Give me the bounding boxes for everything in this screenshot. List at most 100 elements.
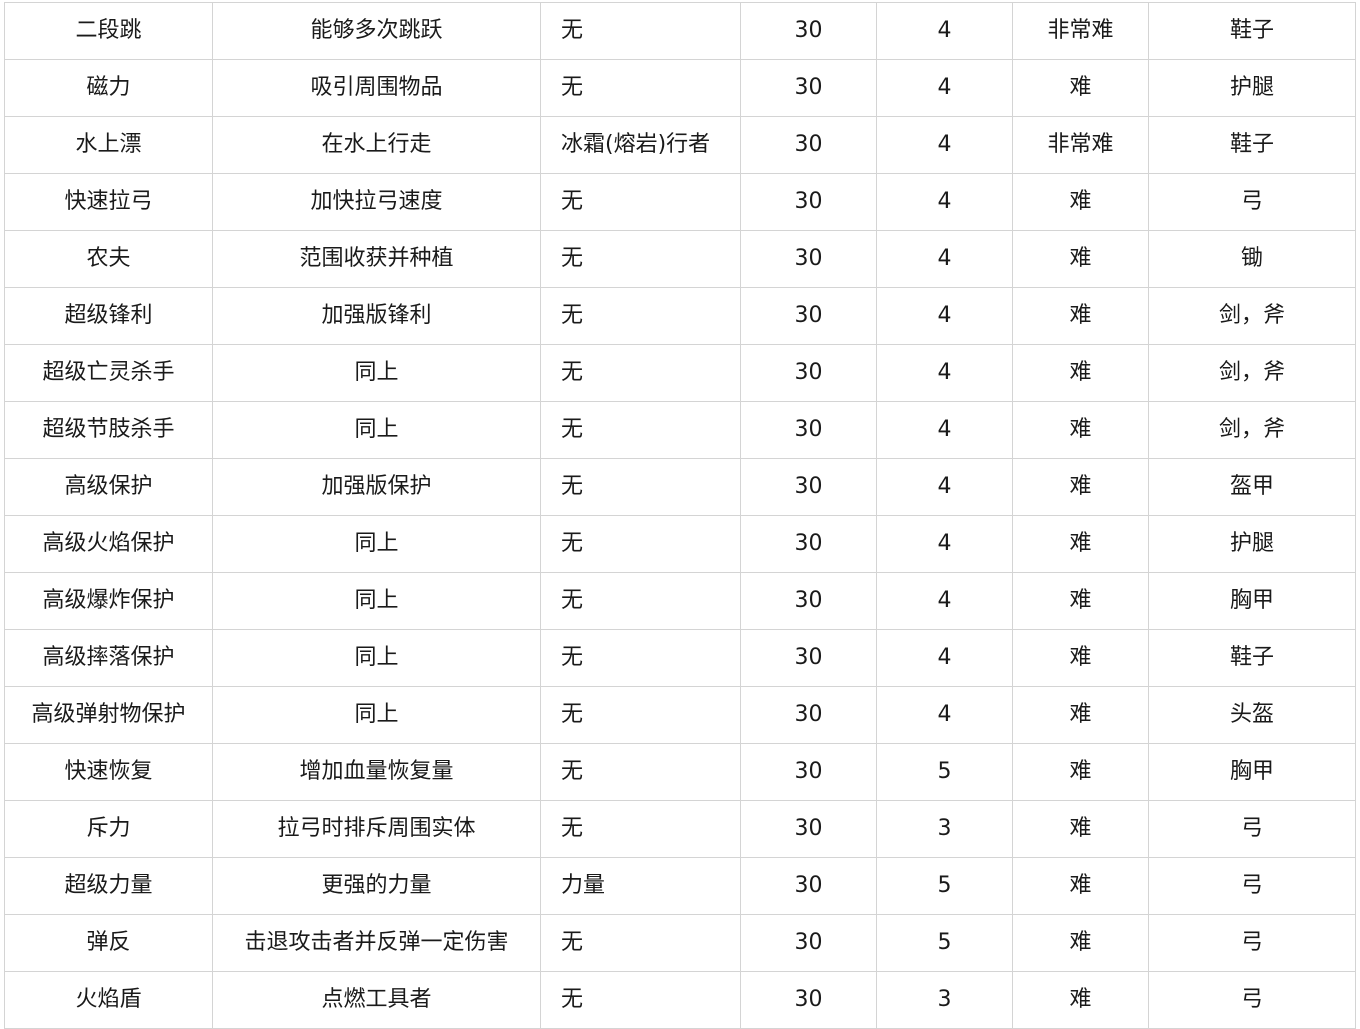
cell-conflict: 无 bbox=[540, 59, 741, 117]
cell-weight: 30 bbox=[740, 914, 877, 972]
cell-max-level: 4 bbox=[876, 629, 1013, 687]
cell-difficulty: 难 bbox=[1012, 230, 1149, 288]
cell-max-level: 4 bbox=[876, 401, 1013, 459]
cell-name: 超级节肢杀手 bbox=[4, 401, 213, 459]
cell-difficulty: 非常难 bbox=[1012, 2, 1149, 60]
cell-difficulty: 难 bbox=[1012, 401, 1149, 459]
cell-max-level: 4 bbox=[876, 173, 1013, 231]
cell-description: 加快拉弓速度 bbox=[212, 173, 541, 231]
cell-description: 击退攻击者并反弹一定伤害 bbox=[212, 914, 541, 972]
cell-conflict: 无 bbox=[540, 2, 741, 60]
table-row: 快速拉弓 加快拉弓速度无 30 4 难弓 bbox=[4, 173, 1356, 231]
cell-applicable-item: 盔甲 bbox=[1148, 458, 1356, 516]
cell-description: 加强版锋利 bbox=[212, 287, 541, 345]
cell-description: 同上 bbox=[212, 401, 541, 459]
cell-conflict: 无 bbox=[540, 914, 741, 972]
table-row: 斥力 拉弓时排斥周围实体无 30 3 难弓 bbox=[4, 800, 1356, 858]
cell-max-level: 4 bbox=[876, 458, 1013, 516]
cell-weight: 30 bbox=[740, 2, 877, 60]
table-row: 磁力 吸引周围物品无 30 4 难护腿 bbox=[4, 59, 1356, 117]
cell-weight: 30 bbox=[740, 743, 877, 801]
cell-weight: 30 bbox=[740, 344, 877, 402]
cell-applicable-item: 剑，斧 bbox=[1148, 344, 1356, 402]
cell-name: 快速恢复 bbox=[4, 743, 213, 801]
table-row: 高级爆炸保护 同上无 30 4 难胸甲 bbox=[4, 572, 1356, 630]
cell-conflict: 力量 bbox=[540, 857, 741, 915]
cell-weight: 30 bbox=[740, 629, 877, 687]
cell-description: 在水上行走 bbox=[212, 116, 541, 174]
table-row: 快速恢复 增加血量恢复量无 30 5 难胸甲 bbox=[4, 743, 1356, 801]
cell-max-level: 4 bbox=[876, 230, 1013, 288]
table-row: 水上漂 在水上行走 冰霜(熔岩)行者 30 4 非常难 鞋子 bbox=[4, 116, 1356, 174]
table-row: 高级火焰保护 同上无 30 4 难护腿 bbox=[4, 515, 1356, 573]
cell-name: 超级力量 bbox=[4, 857, 213, 915]
cell-conflict: 无 bbox=[540, 629, 741, 687]
cell-applicable-item: 鞋子 bbox=[1148, 2, 1356, 60]
cell-max-level: 4 bbox=[876, 116, 1013, 174]
cell-weight: 30 bbox=[740, 971, 877, 1029]
cell-weight: 30 bbox=[740, 116, 877, 174]
cell-applicable-item: 弓 bbox=[1148, 857, 1356, 915]
cell-applicable-item: 头盔 bbox=[1148, 686, 1356, 744]
cell-weight: 30 bbox=[740, 857, 877, 915]
cell-name: 高级保护 bbox=[4, 458, 213, 516]
cell-applicable-item: 护腿 bbox=[1148, 515, 1356, 573]
cell-name: 农夫 bbox=[4, 230, 213, 288]
cell-name: 高级火焰保护 bbox=[4, 515, 213, 573]
cell-difficulty: 难 bbox=[1012, 59, 1149, 117]
table-row: 二段跳 能够多次跳跃无 30 4 非常难 鞋子 bbox=[4, 2, 1356, 60]
cell-difficulty: 难 bbox=[1012, 287, 1149, 345]
cell-conflict: 无 bbox=[540, 800, 741, 858]
cell-weight: 30 bbox=[740, 401, 877, 459]
cell-conflict: 无 bbox=[540, 173, 741, 231]
cell-weight: 30 bbox=[740, 686, 877, 744]
cell-difficulty: 难 bbox=[1012, 914, 1149, 972]
cell-difficulty: 难 bbox=[1012, 515, 1149, 573]
cell-name: 超级亡灵杀手 bbox=[4, 344, 213, 402]
cell-description: 同上 bbox=[212, 629, 541, 687]
cell-difficulty: 难 bbox=[1012, 971, 1149, 1029]
cell-name: 弹反 bbox=[4, 914, 213, 972]
table-row: 超级锋利 加强版锋利无 30 4 难剑，斧 bbox=[4, 287, 1356, 345]
cell-conflict: 冰霜(熔岩)行者 bbox=[540, 116, 741, 174]
table-row: 弹反 击退攻击者并反弹一定伤害无 30 5 难弓 bbox=[4, 914, 1356, 972]
cell-conflict: 无 bbox=[540, 515, 741, 573]
cell-applicable-item: 弓 bbox=[1148, 173, 1356, 231]
cell-max-level: 4 bbox=[876, 2, 1013, 60]
cell-max-level: 5 bbox=[876, 857, 1013, 915]
cell-applicable-item: 弓 bbox=[1148, 800, 1356, 858]
cell-difficulty: 难 bbox=[1012, 458, 1149, 516]
cell-max-level: 4 bbox=[876, 515, 1013, 573]
cell-difficulty: 难 bbox=[1012, 173, 1149, 231]
cell-difficulty: 难 bbox=[1012, 344, 1149, 402]
cell-weight: 30 bbox=[740, 287, 877, 345]
cell-difficulty: 难 bbox=[1012, 572, 1149, 630]
table-row: 高级保护 加强版保护无 30 4 难盔甲 bbox=[4, 458, 1356, 516]
cell-weight: 30 bbox=[740, 572, 877, 630]
cell-description: 吸引周围物品 bbox=[212, 59, 541, 117]
cell-name: 二段跳 bbox=[4, 2, 213, 60]
cell-description: 加强版保护 bbox=[212, 458, 541, 516]
cell-description: 拉弓时排斥周围实体 bbox=[212, 800, 541, 858]
cell-weight: 30 bbox=[740, 59, 877, 117]
cell-description: 同上 bbox=[212, 515, 541, 573]
cell-conflict: 无 bbox=[540, 230, 741, 288]
cell-conflict: 无 bbox=[540, 401, 741, 459]
cell-name: 火焰盾 bbox=[4, 971, 213, 1029]
cell-description: 同上 bbox=[212, 686, 541, 744]
cell-difficulty: 难 bbox=[1012, 800, 1149, 858]
cell-max-level: 4 bbox=[876, 59, 1013, 117]
cell-applicable-item: 胸甲 bbox=[1148, 572, 1356, 630]
cell-weight: 30 bbox=[740, 458, 877, 516]
cell-name: 水上漂 bbox=[4, 116, 213, 174]
cell-description: 范围收获并种植 bbox=[212, 230, 541, 288]
enchantment-table-container: 二段跳 能够多次跳跃无 30 4 非常难 鞋子 磁力 吸引周围物品无 30 4 难护腿 水上漂 在水上行… bbox=[4, 2, 1356, 1029]
cell-max-level: 5 bbox=[876, 914, 1013, 972]
cell-max-level: 4 bbox=[876, 344, 1013, 402]
cell-description: 增加血量恢复量 bbox=[212, 743, 541, 801]
table-row: 高级摔落保护 同上无 30 4 难鞋子 bbox=[4, 629, 1356, 687]
cell-conflict: 无 bbox=[540, 287, 741, 345]
cell-applicable-item: 弓 bbox=[1148, 971, 1356, 1029]
cell-applicable-item: 弓 bbox=[1148, 914, 1356, 972]
cell-applicable-item: 剑，斧 bbox=[1148, 401, 1356, 459]
